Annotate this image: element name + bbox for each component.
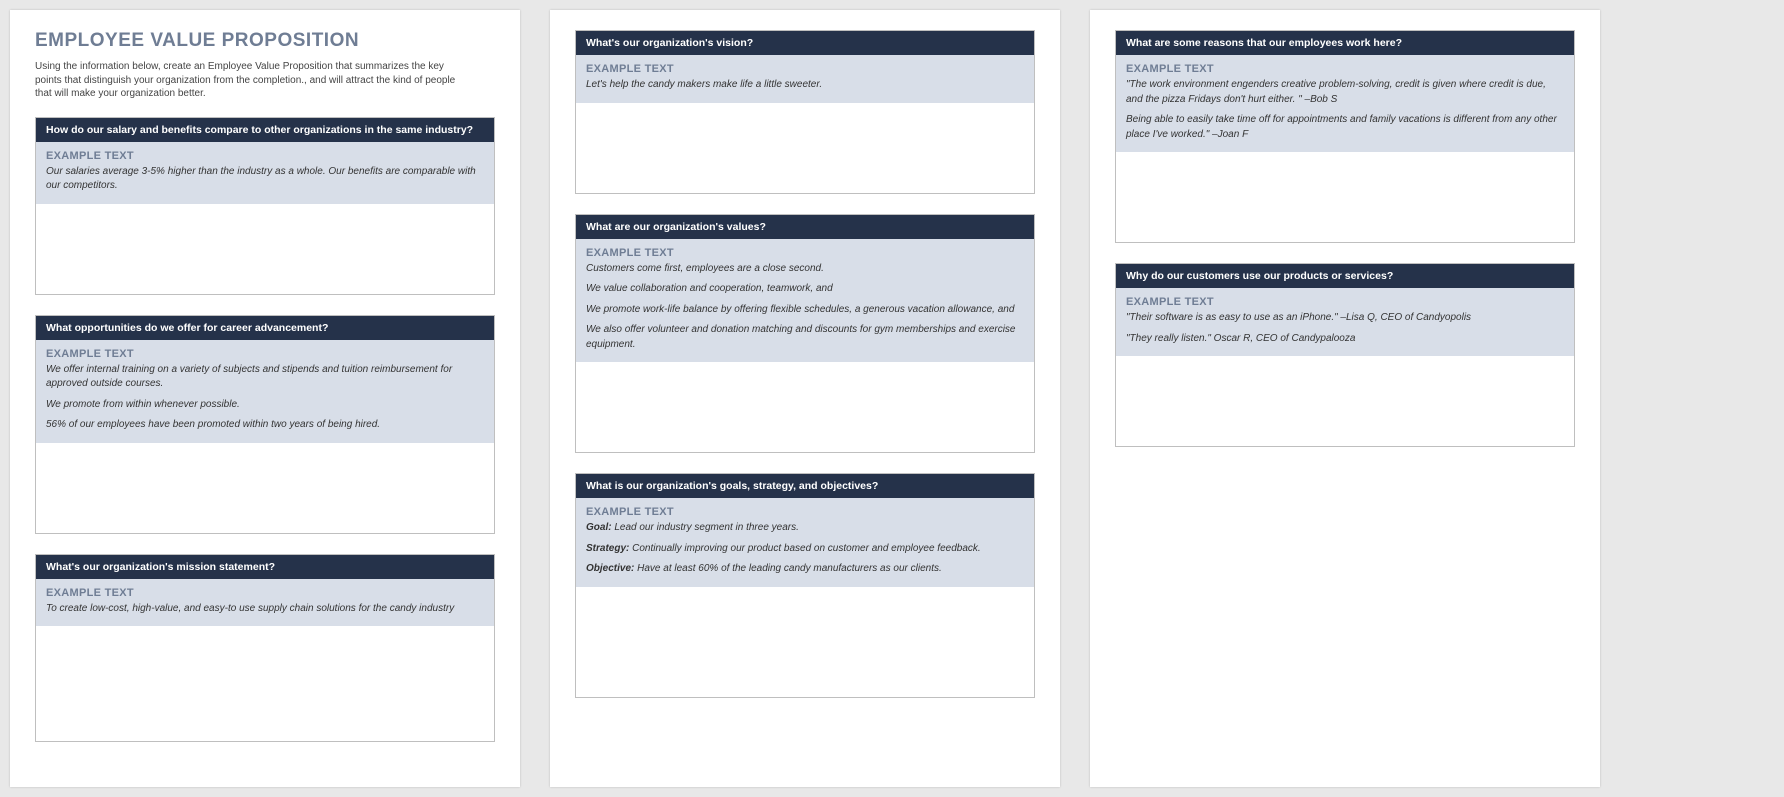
example-block-vision: EXAMPLE TEXT Let's help the candy makers…	[576, 55, 1034, 103]
section-reasons: What are some reasons that our employees…	[1115, 30, 1575, 243]
example-block-values: EXAMPLE TEXT Customers come first, emplo…	[576, 239, 1034, 363]
example-label: EXAMPLE TEXT	[46, 150, 484, 162]
section-values: What are our organization's values? EXAM…	[575, 214, 1035, 454]
input-area-career[interactable]	[36, 443, 494, 533]
example-text: 56% of our employees have been promoted …	[46, 418, 484, 433]
example-block-goals: EXAMPLE TEXT Goal: Lead our industry seg…	[576, 498, 1034, 587]
page-title: EMPLOYEE VALUE PROPOSITION	[35, 30, 495, 52]
example-text-goal: Goal: Lead our industry segment in three…	[586, 521, 1024, 536]
example-label: EXAMPLE TEXT	[1126, 296, 1564, 308]
example-text: Being able to easily take time off for a…	[1126, 113, 1564, 142]
section-mission: What's our organization's mission statem…	[35, 554, 495, 743]
goal-label: Goal:	[586, 522, 612, 533]
example-block-reasons: EXAMPLE TEXT "The work environment engen…	[1116, 55, 1574, 152]
example-text: We value collaboration and cooperation, …	[586, 282, 1024, 297]
example-label: EXAMPLE TEXT	[46, 587, 484, 599]
example-block-career: EXAMPLE TEXT We offer internal training …	[36, 340, 494, 443]
input-area-salary[interactable]	[36, 204, 494, 294]
intro-text: Using the information below, create an E…	[35, 60, 465, 101]
example-text: "Their software is as easy to use as an …	[1126, 311, 1564, 326]
example-label: EXAMPLE TEXT	[586, 63, 1024, 75]
section-header-values: What are our organization's values?	[576, 215, 1034, 239]
example-text: Let's help the candy makers make life a …	[586, 78, 1024, 93]
example-text: "They really listen." Oscar R, CEO of Ca…	[1126, 332, 1564, 347]
section-header-reasons: What are some reasons that our employees…	[1116, 31, 1574, 55]
input-area-customers[interactable]	[1116, 356, 1574, 446]
example-text: Our salaries average 3-5% higher than th…	[46, 165, 484, 194]
example-text: Customers come first, employees are a cl…	[586, 262, 1024, 277]
example-label: EXAMPLE TEXT	[586, 506, 1024, 518]
objective-label: Objective:	[586, 563, 634, 574]
example-label: EXAMPLE TEXT	[46, 348, 484, 360]
example-label: EXAMPLE TEXT	[586, 247, 1024, 259]
example-block-mission: EXAMPLE TEXT To create low-cost, high-va…	[36, 579, 494, 627]
example-block-customers: EXAMPLE TEXT "Their software is as easy …	[1116, 288, 1574, 356]
example-text: We also offer volunteer and donation mat…	[586, 323, 1024, 352]
section-customers: Why do our customers use our products or…	[1115, 263, 1575, 447]
example-text-objective: Objective: Have at least 60% of the lead…	[586, 562, 1024, 577]
input-area-reasons[interactable]	[1116, 152, 1574, 242]
input-area-mission[interactable]	[36, 626, 494, 741]
input-area-goals[interactable]	[576, 587, 1034, 697]
section-goals: What is our organization's goals, strate…	[575, 473, 1035, 698]
example-block-salary: EXAMPLE TEXT Our salaries average 3-5% h…	[36, 142, 494, 204]
strategy-text: Continually improving our product based …	[629, 543, 980, 554]
section-header-vision: What's our organization's vision?	[576, 31, 1034, 55]
example-text: "The work environment engenders creative…	[1126, 78, 1564, 107]
example-text: We promote from within whenever possible…	[46, 398, 484, 413]
section-header-mission: What's our organization's mission statem…	[36, 555, 494, 579]
example-label: EXAMPLE TEXT	[1126, 63, 1564, 75]
example-text: We offer internal training on a variety …	[46, 363, 484, 392]
section-header-salary: How do our salary and benefits compare t…	[36, 118, 494, 142]
objective-text: Have at least 60% of the leading candy m…	[634, 563, 941, 574]
page-1: EMPLOYEE VALUE PROPOSITION Using the inf…	[10, 10, 520, 787]
section-career: What opportunities do we offer for caree…	[35, 315, 495, 534]
input-area-vision[interactable]	[576, 103, 1034, 193]
section-header-goals: What is our organization's goals, strate…	[576, 474, 1034, 498]
page-3: What are some reasons that our employees…	[1090, 10, 1600, 787]
example-text: We promote work-life balance by offering…	[586, 303, 1024, 318]
section-salary: How do our salary and benefits compare t…	[35, 117, 495, 295]
section-header-customers: Why do our customers use our products or…	[1116, 264, 1574, 288]
document-pages: EMPLOYEE VALUE PROPOSITION Using the inf…	[10, 10, 1774, 787]
strategy-label: Strategy:	[586, 543, 629, 554]
page-2: What's our organization's vision? EXAMPL…	[550, 10, 1060, 787]
goal-text: Lead our industry segment in three years…	[612, 522, 799, 533]
section-header-career: What opportunities do we offer for caree…	[36, 316, 494, 340]
section-vision: What's our organization's vision? EXAMPL…	[575, 30, 1035, 194]
input-area-values[interactable]	[576, 362, 1034, 452]
example-text: To create low-cost, high-value, and easy…	[46, 602, 484, 617]
example-text-strategy: Strategy: Continually improving our prod…	[586, 542, 1024, 557]
